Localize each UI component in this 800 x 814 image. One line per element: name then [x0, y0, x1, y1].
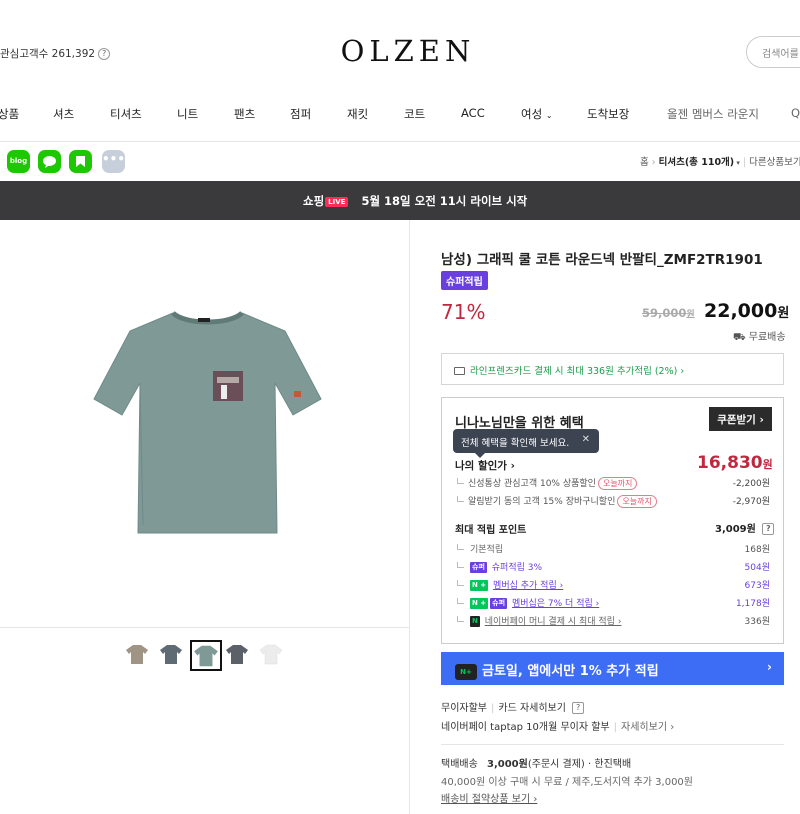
nav-item-pants[interactable]: 팬츠 — [234, 106, 255, 122]
super-point-badge: 슈퍼적립 — [441, 271, 488, 290]
line-icon[interactable] — [38, 150, 61, 173]
discount-item: 알림받기 동의 고객 15% 장바구니할인 오늘까지 — [457, 494, 657, 508]
nav-item[interactable]: 상품 — [0, 106, 19, 122]
nav-item-guaranteed-delivery[interactable]: 도착보장 — [587, 106, 629, 122]
shipping-info: ⛟ 무료배송 — [733, 332, 786, 343]
point-item: 기본적립 — [457, 542, 503, 555]
discount-amount: -2,970원 — [732, 497, 770, 507]
points-total: 3,009원 ? — [715, 520, 775, 535]
card-detail-link[interactable]: 카드 자세히보기 — [498, 703, 566, 714]
naver-plus-icon: N+ — [455, 664, 477, 680]
more-icon[interactable]: ••• — [102, 150, 125, 173]
breadcrumb-home[interactable]: 홈 — [640, 157, 649, 168]
my-price-label[interactable]: 나의 할인가 › — [455, 458, 515, 473]
points-title: 최대 적립 포인트 — [455, 525, 527, 536]
taptap-detail-link[interactable]: 자세히보기 › — [621, 722, 674, 733]
close-icon[interactable]: ✕ — [582, 434, 590, 445]
thumbnail-mint[interactable] — [190, 640, 222, 671]
truck-icon: ⛟ — [733, 332, 746, 343]
delivery-row: 택배배송 3,000원(주문시 결제) · 한진택배 — [441, 759, 632, 770]
thumbnail-charcoal[interactable] — [158, 642, 188, 670]
card-icon — [454, 367, 465, 375]
nav-item-members-lounge[interactable]: 올젠 멤버스 라운지 — [667, 106, 759, 122]
talk-icon[interactable] — [69, 150, 92, 173]
thumbnail-beige[interactable] — [124, 642, 154, 670]
breadcrumb-other[interactable]: 다른상품보기 — [749, 157, 800, 168]
discount-item: 신성통상 관심고객 10% 상품할인 오늘까지 — [457, 476, 638, 490]
nav-item-tshirts[interactable]: 티셔츠 — [110, 106, 142, 122]
chevron-down-icon: ⌄ — [545, 111, 553, 120]
shipping-saving-link[interactable]: 배송비 절약상품 보기 › — [441, 790, 537, 805]
section-divider — [441, 744, 784, 745]
app-extra-point-banner[interactable]: N+ 금토일, 앱에서만 1% 추가 적립 › — [441, 652, 784, 685]
thumbnail-white[interactable] — [258, 642, 288, 670]
free-shipping-note: 40,000원 이상 구매 시 무료 / 제주,도서지역 추가 3,000원 — [441, 777, 693, 788]
get-coupon-button[interactable]: 쿠폰받기 › — [709, 407, 772, 431]
point-amount: 1,178원 — [735, 599, 770, 609]
nav-item-women[interactable]: 여성 ⌄ — [521, 106, 553, 122]
discount-rate: 71% — [441, 300, 486, 324]
point-item[interactable]: N + 슈퍼 멤버십은 7% 더 적립 › — [457, 596, 599, 609]
product-title: 남성) 그래픽 쿨 코튼 라운드넥 반팔티_ZMF2TR1901 — [441, 252, 763, 268]
point-item[interactable]: N 네이버페이 머니 결제 시 최대 적립 › — [457, 614, 621, 627]
live-text: 5월 18일 오전 11시 라이브 시작 — [361, 194, 528, 208]
nav-item-acc[interactable]: ACC — [461, 106, 485, 120]
column-divider — [409, 220, 410, 814]
sale-price: 22,000원 — [704, 300, 790, 322]
nav-item-coat[interactable]: 코트 — [404, 106, 425, 122]
installment-row: 무이자할부 | 카드 자세히보기 ? — [441, 699, 585, 714]
chevron-right-icon: › — [767, 660, 772, 674]
point-amount: 336원 — [744, 617, 770, 627]
breadcrumb-current[interactable]: 티셔츠(총 110개) — [659, 157, 735, 168]
help-icon[interactable]: ? — [572, 702, 585, 714]
store-logo[interactable]: OLZEN — [0, 34, 800, 68]
today-only-badge: 오늘까지 — [597, 477, 638, 490]
point-item: 슈퍼 슈퍼적립 3% — [457, 560, 542, 573]
benefit-panel: 니나노님만을 위한 혜택 쿠폰받기 › 전체 혜택을 확인해 보세요. ✕ 나의 … — [441, 397, 784, 644]
image-divider — [0, 627, 409, 628]
main-nav: 상품 셔츠 티셔츠 니트 팬츠 점퍼 재킷 코트 ACC 여성 ⌄ 도착보장 올… — [0, 99, 800, 129]
chevron-down-icon: ▾ — [734, 159, 740, 167]
point-item[interactable]: N + 멤버십 추가 적립 › — [457, 578, 563, 591]
point-amount: 504원 — [744, 563, 770, 573]
live-badge: LIVE — [325, 197, 349, 207]
nav-item-jumper[interactable]: 점퍼 — [290, 106, 311, 122]
live-banner[interactable]: 쇼핑 LIVE 5월 18일 오전 11시 라이브 시작 — [0, 181, 800, 220]
product-image[interactable] — [85, 305, 330, 545]
thumbnail-gray[interactable] — [224, 642, 254, 670]
nav-item-jacket[interactable]: 재킷 — [347, 106, 368, 122]
taptap-row: 네이버페이 taptap 10개월 무이자 할부 | 자세히보기 › — [441, 722, 675, 733]
original-price: 59,000원 — [642, 306, 695, 320]
breadcrumb: 홈 › 티셔츠(총 110개) ▾ | 다른상품보기 — [640, 157, 800, 168]
nav-item-shirts[interactable]: 셔츠 — [53, 106, 74, 122]
nav-item-qna[interactable]: Q — [791, 106, 800, 120]
blog-icon[interactable]: blog — [7, 150, 30, 173]
search-input[interactable]: 검색어를 — [746, 36, 800, 68]
nav-item-knit[interactable]: 니트 — [177, 106, 198, 122]
my-price: 16,830원 — [697, 453, 773, 473]
card-benefit-banner[interactable]: 라인프렌즈카드 결제 시 최대 336원 추가적립 (2%) › — [441, 353, 784, 385]
discount-amount: -2,200원 — [732, 479, 770, 489]
today-only-badge: 오늘까지 — [617, 495, 657, 508]
benefit-tooltip: 전체 혜택을 확인해 보세요. ✕ — [453, 429, 599, 458]
nav-divider — [0, 141, 800, 142]
help-icon[interactable]: ? — [762, 523, 775, 535]
point-amount: 168원 — [744, 545, 770, 555]
point-amount: 673원 — [744, 581, 770, 591]
